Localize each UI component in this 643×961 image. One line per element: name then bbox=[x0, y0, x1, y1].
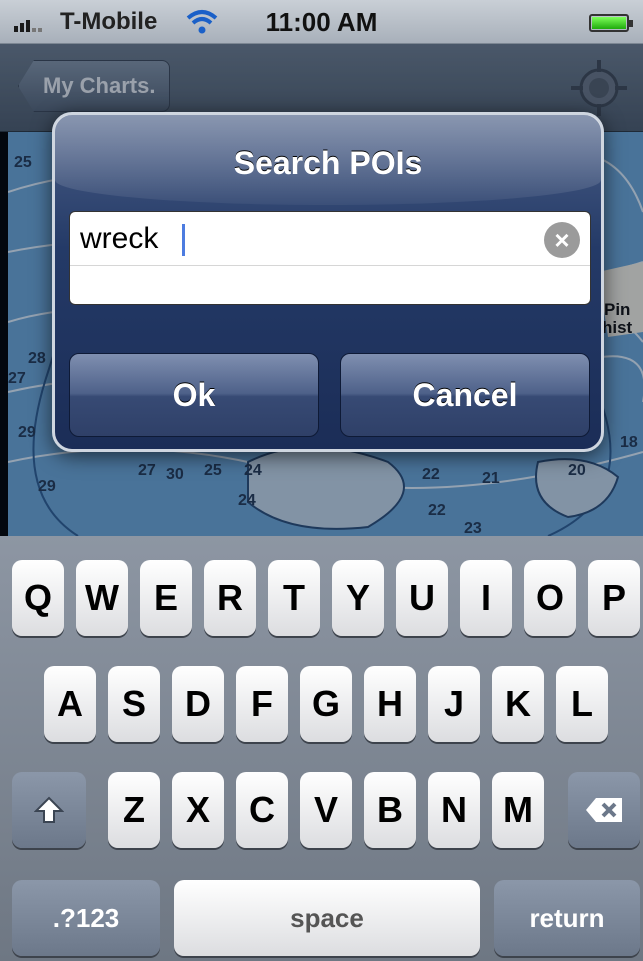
key-l[interactable]: L bbox=[556, 666, 608, 742]
key-g[interactable]: G bbox=[300, 666, 352, 742]
key-j[interactable]: J bbox=[428, 666, 480, 742]
return-key[interactable]: return bbox=[494, 880, 640, 956]
key-q[interactable]: Q bbox=[12, 560, 64, 636]
key-k[interactable]: K bbox=[492, 666, 544, 742]
onscreen-keyboard: Q W E R T Y U I O P A S D F G H J K L Z … bbox=[0, 536, 643, 961]
key-r[interactable]: R bbox=[204, 560, 256, 636]
clock: 11:00 AM bbox=[265, 7, 378, 37]
key-w[interactable]: W bbox=[76, 560, 128, 636]
ok-button[interactable]: Ok bbox=[69, 353, 319, 437]
delete-key[interactable] bbox=[568, 772, 640, 848]
dialog-title: Search POIs bbox=[233, 145, 423, 181]
backspace-icon bbox=[586, 798, 622, 822]
key-y[interactable]: Y bbox=[332, 560, 384, 636]
battery-icon bbox=[589, 14, 633, 32]
key-x[interactable]: X bbox=[172, 772, 224, 848]
key-u[interactable]: U bbox=[396, 560, 448, 636]
clear-text-icon[interactable]: × bbox=[544, 222, 580, 258]
search-pois-dialog: Search POIs × Ok Cancel bbox=[52, 112, 604, 452]
key-z[interactable]: Z bbox=[108, 772, 160, 848]
shift-arrow-icon bbox=[34, 796, 64, 823]
search-input[interactable] bbox=[70, 212, 590, 266]
key-d[interactable]: D bbox=[172, 666, 224, 742]
key-p[interactable]: P bbox=[588, 560, 640, 636]
key-f[interactable]: F bbox=[236, 666, 288, 742]
key-e[interactable]: E bbox=[140, 560, 192, 636]
cancel-button[interactable]: Cancel bbox=[340, 353, 590, 437]
key-i[interactable]: I bbox=[460, 560, 512, 636]
numbers-key[interactable]: .?123 bbox=[12, 880, 160, 956]
key-n[interactable]: N bbox=[428, 772, 480, 848]
key-s[interactable]: S bbox=[108, 666, 160, 742]
text-caret bbox=[182, 224, 185, 256]
key-o[interactable]: O bbox=[524, 560, 576, 636]
key-c[interactable]: C bbox=[236, 772, 288, 848]
search-field-box: × bbox=[69, 211, 591, 305]
key-v[interactable]: V bbox=[300, 772, 352, 848]
shift-key[interactable] bbox=[12, 772, 86, 848]
key-b[interactable]: B bbox=[364, 772, 416, 848]
space-key[interactable]: space bbox=[174, 880, 480, 956]
key-a[interactable]: A bbox=[44, 666, 96, 742]
status-bar: T-Mobile 11:00 AM bbox=[0, 0, 643, 44]
key-m[interactable]: M bbox=[492, 772, 544, 848]
key-t[interactable]: T bbox=[268, 560, 320, 636]
key-h[interactable]: H bbox=[364, 666, 416, 742]
